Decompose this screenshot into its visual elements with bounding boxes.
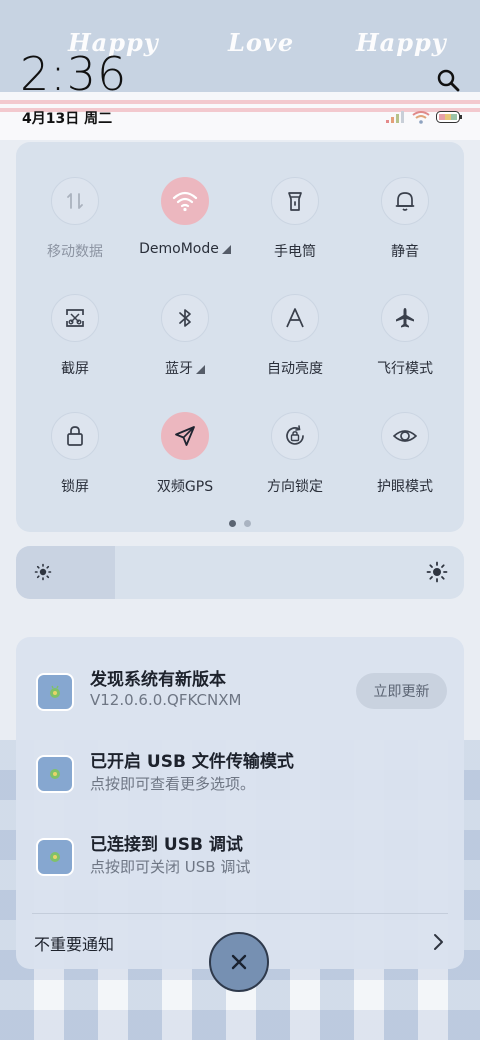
brightness-slider-fill bbox=[16, 546, 115, 599]
mobile-data-icon bbox=[67, 193, 83, 209]
tile-mobile-data-circle bbox=[51, 177, 99, 225]
tile-label: 飞行模式 bbox=[377, 361, 433, 377]
search-button[interactable] bbox=[432, 64, 464, 96]
wifi-icon bbox=[412, 110, 430, 124]
brightness-low-icon bbox=[34, 563, 52, 581]
tile-label: 静音 bbox=[391, 244, 419, 260]
rotation-lock-icon bbox=[286, 425, 304, 445]
app-icon bbox=[36, 673, 74, 711]
tile-bluetooth-circle bbox=[161, 294, 209, 342]
bell-icon bbox=[395, 192, 415, 211]
airplane-icon bbox=[396, 308, 414, 328]
dropdown-triangle-icon bbox=[221, 245, 231, 254]
chevron-right-icon bbox=[434, 934, 443, 950]
bluetooth-icon bbox=[179, 309, 191, 327]
tile-label: 锁屏 bbox=[61, 479, 89, 495]
dropdown-triangle-icon bbox=[196, 365, 205, 374]
page-dot bbox=[244, 520, 251, 527]
app-icon bbox=[36, 755, 74, 793]
notification-title: 已连接到 USB 调试 bbox=[90, 835, 243, 855]
divider bbox=[32, 913, 448, 914]
battery-icon bbox=[436, 111, 462, 123]
tile-label: 移动数据 bbox=[47, 244, 103, 260]
auto-brightness-icon bbox=[286, 308, 304, 328]
tile-label: 手电筒 bbox=[274, 244, 316, 260]
tile-mobile-data[interactable]: 移动数据 bbox=[20, 177, 130, 277]
tile-label: 截屏 bbox=[61, 361, 89, 377]
notification-subtitle: 点按即可关闭 USB 调试 bbox=[90, 858, 251, 876]
status-icons bbox=[386, 110, 462, 124]
brightness-slider[interactable] bbox=[16, 546, 464, 599]
eye-icon bbox=[393, 430, 417, 442]
app-icon bbox=[36, 838, 74, 876]
date: 4月13日 周二 bbox=[22, 111, 113, 127]
page-dot-active bbox=[229, 520, 236, 527]
tile-label: DemoMode bbox=[139, 241, 219, 257]
notification-usb-debugging[interactable]: 已连接到 USB 调试 点按即可关闭 USB 调试 bbox=[16, 835, 464, 908]
tile-wifi-circle bbox=[161, 177, 209, 225]
clear-all-button[interactable] bbox=[209, 932, 269, 992]
brightness-high-icon bbox=[426, 561, 448, 583]
search-icon bbox=[437, 69, 460, 92]
close-icon bbox=[231, 954, 247, 970]
tile-label: 双频GPS bbox=[156, 479, 214, 495]
tile-auto-brightness[interactable]: 自动亮度 bbox=[240, 294, 350, 394]
tile-label-row: 蓝牙 bbox=[130, 358, 240, 378]
tile-wifi[interactable]: DemoMode bbox=[130, 177, 240, 277]
tile-eye-comfort[interactable]: 护眼模式 bbox=[350, 412, 460, 512]
tile-label-row: DemoMode bbox=[130, 241, 240, 257]
notification-subtitle: 点按即可查看更多选项。 bbox=[90, 775, 256, 793]
android-settings-icon bbox=[50, 852, 60, 862]
tile-label: 蓝牙 bbox=[165, 361, 193, 377]
signal-icon bbox=[386, 111, 404, 123]
lock-icon bbox=[67, 426, 83, 446]
tile-mute[interactable]: 静音 bbox=[350, 177, 460, 277]
tile-rotation-lock-circle bbox=[271, 412, 319, 460]
android-settings-icon bbox=[50, 685, 60, 698]
notification-panel: 发现系统有新版本 V12.0.6.0.QFKCNXM 立即更新 已开启 USB … bbox=[16, 637, 464, 969]
tile-mute-circle bbox=[381, 177, 429, 225]
tile-screenshot-circle bbox=[51, 294, 99, 342]
tile-dual-gps[interactable]: 双频GPS bbox=[130, 412, 240, 512]
minor-notifications-label: 不重要通知 bbox=[34, 935, 115, 954]
tile-rotation-lock[interactable]: 方向锁定 bbox=[240, 412, 350, 512]
tile-flashlight[interactable]: 手电筒 bbox=[240, 177, 350, 277]
tile-dual-gps-circle bbox=[161, 412, 209, 460]
flashlight-icon bbox=[288, 192, 302, 211]
wifi-icon bbox=[172, 191, 198, 212]
gps-icon bbox=[175, 426, 195, 446]
tile-eye-comfort-circle bbox=[381, 412, 429, 460]
tile-label: 方向锁定 bbox=[267, 479, 323, 495]
tile-lock-screen[interactable]: 锁屏 bbox=[20, 412, 130, 512]
notification-title: 已开启 USB 文件传输模式 bbox=[90, 752, 294, 772]
tile-label: 自动亮度 bbox=[267, 361, 323, 377]
clock: 2:36 bbox=[20, 47, 128, 101]
quick-settings-panel: 移动数据 DemoMode 手电筒 静音 截屏 蓝牙 自动亮度 飞行模式 锁屏 … bbox=[16, 142, 464, 532]
tile-screenshot[interactable]: 截屏 bbox=[20, 294, 130, 394]
tile-lock-screen-circle bbox=[51, 412, 99, 460]
wallpaper-doodle-text: Love bbox=[228, 28, 295, 57]
tile-auto-brightness-circle bbox=[271, 294, 319, 342]
tile-bluetooth[interactable]: 蓝牙 bbox=[130, 294, 240, 394]
tile-airplane[interactable]: 飞行模式 bbox=[350, 294, 460, 394]
update-now-button[interactable]: 立即更新 bbox=[356, 673, 447, 709]
screenshot-icon bbox=[66, 309, 84, 327]
notification-title: 发现系统有新版本 bbox=[90, 670, 226, 690]
tile-label: 护眼模式 bbox=[377, 479, 433, 495]
android-settings-icon bbox=[50, 769, 60, 779]
page-indicator bbox=[16, 520, 464, 527]
notification-subtitle: V12.0.6.0.QFKCNXM bbox=[90, 691, 242, 709]
notification-usb-file-transfer[interactable]: 已开启 USB 文件传输模式 点按即可查看更多选项。 bbox=[16, 752, 464, 825]
tile-flashlight-circle bbox=[271, 177, 319, 225]
wallpaper-doodle-text: Happy bbox=[356, 28, 447, 57]
tile-airplane-circle bbox=[381, 294, 429, 342]
